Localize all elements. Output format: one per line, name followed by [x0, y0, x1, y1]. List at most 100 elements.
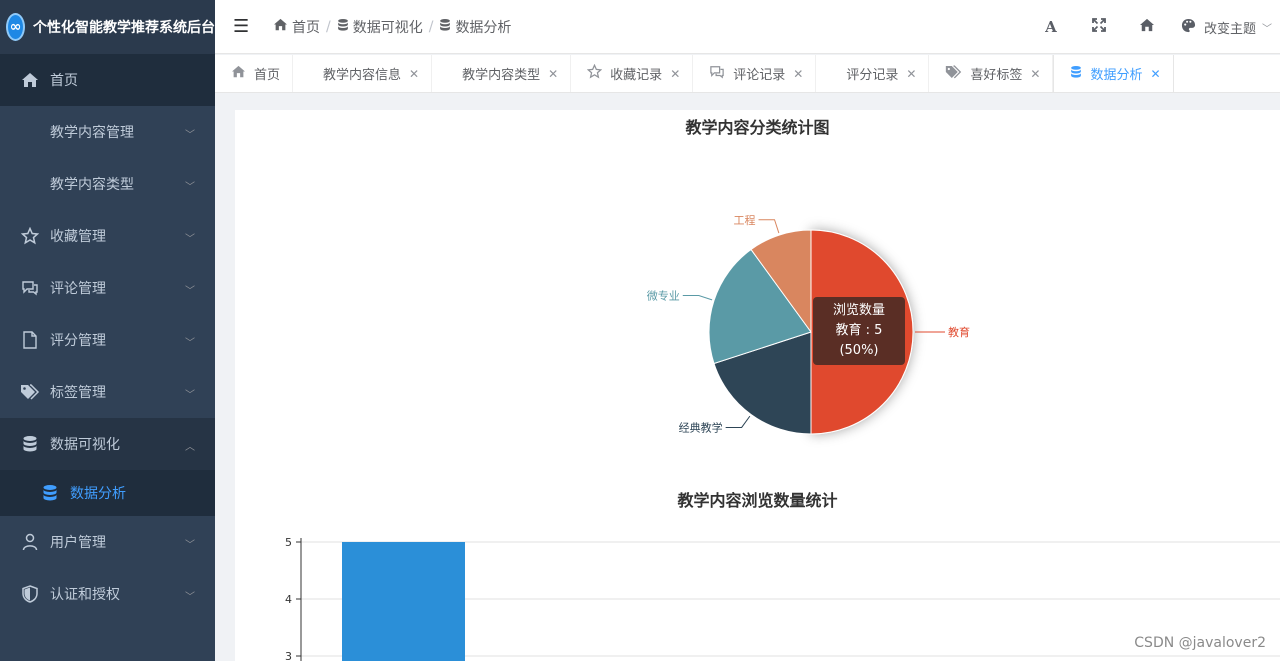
tags-icon	[945, 64, 962, 83]
tab-label: 评论记录	[733, 68, 786, 83]
pie-label: 教育	[948, 325, 970, 339]
close-icon[interactable]: ✕	[1151, 67, 1161, 81]
sidebar-item-label: 教学内容类型	[50, 177, 134, 193]
sidebar-item-users[interactable]: 用户管理 ﹀	[0, 516, 215, 568]
chevron-down-icon: ﹀	[185, 390, 195, 401]
sidebar-item-data-analysis[interactable]: 数据分析	[0, 470, 215, 516]
comments-icon	[709, 65, 725, 83]
hamburger-icon[interactable]: ☰	[233, 16, 261, 37]
theme-label: 改变主题	[1203, 21, 1256, 37]
sidebar-item-content-management[interactable]: 教学内容管理 ﹀	[0, 106, 215, 158]
sidebar-item-tags[interactable]: 标签管理 ﹀	[0, 366, 215, 418]
header-actions: A 改变主题 ﹀	[1027, 0, 1280, 54]
close-icon[interactable]: ✕	[1030, 67, 1040, 81]
close-icon[interactable]: ✕	[906, 67, 916, 81]
tab-label: 教学内容信息	[323, 68, 402, 83]
top-navbar: ☰ 首页 / 数据可视化 / 数据分析 A 改变主题 ﹀	[215, 0, 1280, 54]
breadcrumb-separator: /	[326, 18, 331, 35]
home-icon	[273, 18, 288, 35]
y-tick-label: 5	[285, 536, 292, 549]
tab-label: 收藏记录	[610, 68, 663, 83]
sidebar-item-label: 数据分析	[70, 486, 126, 502]
watermark: CSDN @javalover2	[1134, 635, 1266, 651]
font-size-icon[interactable]: A	[1027, 18, 1075, 36]
palette-icon	[1181, 18, 1196, 37]
tab-content-info[interactable]: 教学内容信息 ✕	[293, 55, 433, 92]
chevron-down-icon: ﹀	[185, 130, 195, 141]
tab-favorites[interactable]: 收藏记录 ✕	[571, 55, 694, 92]
tags-view: 首页 教学内容信息 ✕ 教学内容类型 ✕ 收藏记录 ✕ 评论记录 ✕ 评分记录 …	[215, 55, 1280, 93]
close-icon[interactable]: ✕	[670, 67, 680, 81]
tab-label: 教学内容类型	[462, 68, 541, 83]
comments-icon	[20, 280, 40, 296]
database-icon	[1070, 65, 1082, 83]
breadcrumb: 首页 / 数据可视化 / 数据分析	[273, 17, 511, 37]
bar-chart: 5 4 3	[285, 536, 1280, 661]
y-tick-label: 3	[285, 650, 292, 661]
close-icon[interactable]: ✕	[409, 67, 419, 81]
database-icon	[337, 18, 349, 36]
pie-label-line	[725, 415, 751, 428]
chevron-down-icon: ﹀	[185, 286, 195, 297]
database-icon	[20, 435, 40, 453]
close-icon[interactable]: ✕	[548, 67, 558, 81]
fullscreen-icon[interactable]	[1075, 18, 1123, 36]
sidebar: ∞ 个性化智能教学推荐系统后台 首页 教学内容管理 ﹀ 教学内容类型 ﹀ 收藏管…	[0, 0, 215, 661]
pie-label: 经典教学	[679, 420, 723, 434]
tooltip-text: 教育 : 5 (50%)	[835, 323, 883, 358]
sidebar-item-ratings[interactable]: 评分管理 ﹀	[0, 314, 215, 366]
y-tick-label: 4	[285, 593, 292, 606]
breadcrumb-item-home[interactable]: 首页	[292, 17, 320, 37]
database-icon	[40, 484, 60, 502]
tab-comments[interactable]: 评论记录 ✕	[693, 55, 817, 92]
chevron-down-icon: ﹀	[185, 234, 195, 245]
infinity-logo-icon: ∞	[6, 13, 25, 41]
sidebar-item-label: 收藏管理	[50, 229, 106, 245]
breadcrumb-item-data-analysis: 数据分析	[455, 19, 512, 36]
close-icon[interactable]: ✕	[793, 67, 803, 81]
app-title: 个性化智能教学推荐系统后台	[33, 20, 215, 36]
star-icon	[586, 63, 603, 83]
tab-label: 数据分析	[1090, 68, 1143, 83]
tab-label: 评分记录	[846, 68, 899, 83]
chevron-up-icon: ︿	[185, 442, 195, 453]
sidebar-item-content-type[interactable]: 教学内容类型 ﹀	[0, 158, 215, 210]
home-icon	[20, 72, 40, 88]
breadcrumb-separator: /	[428, 18, 434, 35]
sidebar-item-data-visualization[interactable]: 数据可视化 ︿	[0, 418, 215, 470]
theme-switcher[interactable]: 改变主题 ﹀	[1181, 18, 1272, 37]
bar[interactable]	[342, 542, 465, 661]
sidebar-item-comments[interactable]: 评论管理 ﹀	[0, 262, 215, 314]
sidebar-item-auth[interactable]: 认证和授权 ﹀	[0, 568, 215, 620]
tab-home[interactable]: 首页	[215, 55, 294, 92]
sidebar-item-label: 首页	[50, 73, 78, 89]
database-icon	[439, 18, 451, 36]
star-icon	[20, 227, 40, 245]
sidebar-item-label: 评论管理	[50, 281, 106, 297]
chevron-down-icon: ﹀	[185, 182, 195, 193]
sidebar-item-label: 教学内容管理	[50, 125, 134, 141]
pie-label-line	[682, 295, 713, 301]
tab-ratings[interactable]: 评分记录 ✕	[816, 55, 930, 92]
breadcrumb-item-data-visualization[interactable]: 数据可视化	[353, 17, 423, 37]
pie-label: 工程	[734, 214, 756, 227]
sidebar-item-home[interactable]: 首页	[0, 54, 215, 106]
logo: ∞ 个性化智能教学推荐系统后台	[0, 0, 215, 54]
sidebar-item-favorites[interactable]: 收藏管理 ﹀	[0, 210, 215, 262]
pie-tooltip: 浏览数量 教育 : 5 (50%)	[813, 297, 905, 365]
sidebar-item-label: 标签管理	[50, 385, 106, 401]
tab-content-type[interactable]: 教学内容类型 ✕	[432, 55, 572, 92]
sidebar-item-label: 用户管理	[50, 535, 106, 551]
sidebar-item-label: 评分管理	[50, 333, 106, 349]
pie-chart: 教育经典教学 微专业 工程	[647, 214, 970, 435]
tab-data-analysis[interactable]: 数据分析 ✕	[1053, 55, 1174, 92]
tab-preference-tags[interactable]: 喜好标签 ✕	[929, 55, 1054, 92]
chevron-down-icon: ﹀	[1262, 23, 1272, 35]
sidebar-item-label: 认证和授权	[50, 587, 120, 603]
tab-label: 喜好标签	[970, 68, 1023, 83]
home-icon[interactable]	[1123, 18, 1171, 36]
file-icon	[20, 331, 40, 349]
tab-label: 首页	[254, 68, 281, 83]
pie-label: 微专业	[647, 289, 680, 303]
tags-icon	[20, 384, 40, 400]
